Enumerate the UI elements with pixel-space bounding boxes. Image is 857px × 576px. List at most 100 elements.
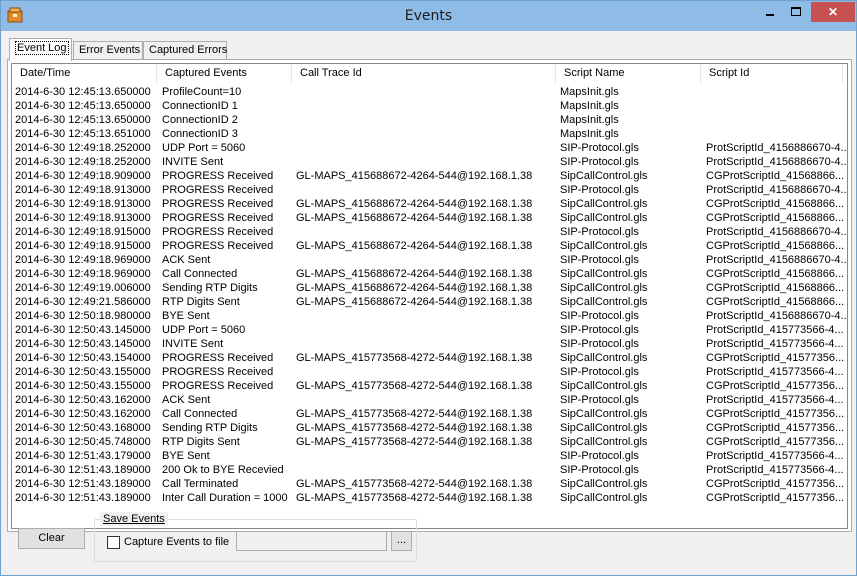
table-row[interactable]: 2014-6-30 12:50:18.980000 BYE Sent SIP-Pro… (12, 309, 847, 323)
minimize-icon (766, 14, 774, 16)
save-events-label: Save Events (100, 512, 168, 526)
column-header-script-name[interactable]: Script Name (556, 64, 701, 84)
cell-captured-event: RTP Digits Sent (162, 436, 240, 448)
table-row[interactable]: 2014-6-30 12:49:18.969000 Call Connected G… (12, 267, 847, 281)
cell-captured-event: ACK Sent (162, 394, 211, 406)
table-row[interactable]: 2014-6-30 12:51:43.189000 Inter Call Dura… (12, 491, 847, 505)
cell-datetime: 2014-6-30 12:49:18.913000 (15, 212, 151, 224)
events-list[interactable]: Date/Time Captured Events Call Trace Id … (11, 63, 848, 529)
footer-area: Clear Save Events Capture Events to file… (4, 506, 853, 572)
table-row[interactable]: 2014-6-30 12:49:18.252000 INVITE Sent SIP-… (12, 155, 847, 169)
cell-datetime: 2014-6-30 12:50:43.168000 (15, 422, 151, 434)
cell-captured-event: INVITE Sent (162, 156, 224, 168)
client-area: Event Log Error Events Captured Errors D… (4, 31, 853, 572)
column-header-datetime[interactable]: Date/Time (12, 64, 157, 84)
column-header-captured-events[interactable]: Captured Events (157, 64, 292, 84)
cell-call-trace-id: GL-MAPS_415688672-4264-544@192.168.1.38 (296, 170, 533, 182)
cell-script-id: ProtScriptId_4156886670-4... (706, 142, 846, 154)
cell-datetime: 2014-6-30 12:51:43.179000 (15, 450, 151, 462)
cell-captured-event: PROGRESS Received (162, 352, 274, 364)
cell-call-trace-id (296, 155, 556, 169)
cell-datetime: 2014-6-30 12:49:18.969000 (15, 268, 151, 280)
cell-call-trace-id (296, 323, 556, 337)
table-row[interactable]: 2014-6-30 12:50:43.155000 PROGRESS Receiv… (12, 365, 847, 379)
table-row[interactable]: 2014-6-30 12:49:18.915000 PROGRESS Receiv… (12, 239, 847, 253)
cell-datetime: 2014-6-30 12:49:18.915000 (15, 240, 151, 252)
table-row[interactable]: 2014-6-30 12:51:43.189000 Call Terminated… (12, 477, 847, 491)
table-row[interactable]: 2014-6-30 12:50:43.154000 PROGRESS Receiv… (12, 351, 847, 365)
cell-script-id: CGProtScriptId_41577356... (706, 408, 845, 420)
capture-events-label[interactable]: Capture Events to file (124, 535, 229, 550)
table-row[interactable]: 2014-6-30 12:50:43.162000 Call Connected G… (12, 407, 847, 421)
cell-script-id: ProtScriptId_415773566-4... (706, 394, 844, 406)
title-bar[interactable]: Events ✕ (1, 1, 856, 31)
table-row[interactable]: 2014-6-30 12:45:13.650000 ProfileCount=10… (12, 85, 847, 99)
cell-datetime: 2014-6-30 12:51:43.189000 (15, 492, 151, 504)
cell-script-name: SIP-Protocol.gls (560, 226, 639, 238)
cell-datetime: 2014-6-30 12:49:18.252000 (15, 156, 151, 168)
table-row[interactable]: 2014-6-30 12:50:43.168000 Sending RTP Dig… (12, 421, 847, 435)
cell-script-name: SIP-Protocol.gls (560, 394, 639, 406)
maximize-button[interactable] (783, 2, 809, 22)
table-row[interactable]: 2014-6-30 12:50:43.145000 UDP Port = 5060… (12, 323, 847, 337)
browse-button[interactable]: ... (391, 531, 412, 551)
table-row[interactable]: 2014-6-30 12:50:43.155000 PROGRESS Receiv… (12, 379, 847, 393)
window-title: Events (404, 8, 453, 24)
table-row[interactable]: 2014-6-30 12:49:21.586000 RTP Digits Sent… (12, 295, 847, 309)
table-row[interactable]: 2014-6-30 12:50:43.162000 ACK Sent SIP-Pro… (12, 393, 847, 407)
column-header-call-trace-id[interactable]: Call Trace Id (292, 64, 556, 84)
minimize-button[interactable] (757, 2, 783, 22)
table-row[interactable]: 2014-6-30 12:49:18.969000 ACK Sent SIP-Pro… (12, 253, 847, 267)
cell-script-name: SipCallControl.gls (560, 478, 648, 490)
table-row[interactable]: 2014-6-30 12:50:43.145000 INVITE Sent SIP-… (12, 337, 847, 351)
cell-call-trace-id: GL-MAPS_415773568-4272-544@192.168.1.38 (296, 408, 533, 420)
table-row[interactable]: 2014-6-30 12:49:18.913000 PROGRESS Receiv… (12, 211, 847, 225)
table-row[interactable]: 2014-6-30 12:45:13.651000 ConnectionID 3 M… (12, 127, 847, 141)
table-row[interactable]: 2014-6-30 12:49:18.252000 UDP Port = 5060… (12, 141, 847, 155)
cell-captured-event: ConnectionID 3 (162, 128, 238, 140)
cell-script-name: SipCallControl.gls (560, 296, 648, 308)
file-path-input[interactable] (236, 531, 387, 551)
table-row[interactable]: 2014-6-30 12:45:13.650000 ConnectionID 1 M… (12, 99, 847, 113)
cell-call-trace-id (296, 113, 556, 127)
cell-captured-event: Call Terminated (162, 478, 239, 490)
cell-script-id: ProtScriptId_415773566-4... (706, 450, 844, 462)
cell-call-trace-id: GL-MAPS_415688672-4264-544@192.168.1.38 (296, 296, 533, 308)
cell-captured-event: ProfileCount=10 (162, 86, 242, 98)
table-row[interactable]: 2014-6-30 12:45:13.650000 ConnectionID 2 M… (12, 113, 847, 127)
cell-call-trace-id (296, 393, 556, 407)
cell-captured-event: PROGRESS Received (162, 366, 274, 378)
table-row[interactable]: 2014-6-30 12:49:18.913000 PROGRESS Receiv… (12, 183, 847, 197)
cell-datetime: 2014-6-30 12:50:43.145000 (15, 324, 151, 336)
cell-call-trace-id (296, 141, 556, 155)
cell-call-trace-id (296, 337, 556, 351)
column-header-script-id[interactable]: Script Id (701, 64, 843, 84)
cell-datetime: 2014-6-30 12:51:43.189000 (15, 478, 151, 490)
cell-datetime: 2014-6-30 12:50:43.155000 (15, 380, 151, 392)
cell-call-trace-id: GL-MAPS_415773568-4272-544@192.168.1.38 (296, 478, 533, 490)
table-row[interactable]: 2014-6-30 12:51:43.189000 200 Ok to BYE R… (12, 463, 847, 477)
table-row[interactable]: 2014-6-30 12:50:45.748000 RTP Digits Sent… (12, 435, 847, 449)
tab-captured-errors[interactable]: Captured Errors (143, 41, 227, 60)
table-row[interactable]: 2014-6-30 12:49:19.006000 Sending RTP Dig… (12, 281, 847, 295)
table-row[interactable]: 2014-6-30 12:49:18.909000 PROGRESS Receiv… (12, 169, 847, 183)
clear-button[interactable]: Clear (18, 528, 85, 549)
cell-script-name: SIP-Protocol.gls (560, 338, 639, 350)
cell-script-id: CGProtScriptId_41568866... (706, 282, 845, 294)
table-row[interactable]: 2014-6-30 12:49:18.913000 PROGRESS Receiv… (12, 197, 847, 211)
table-row[interactable]: 2014-6-30 12:51:43.179000 BYE Sent SIP-Pro… (12, 449, 847, 463)
cell-script-id: CGProtScriptId_41577356... (706, 492, 845, 504)
cell-script-name: SipCallControl.gls (560, 268, 648, 280)
capture-events-checkbox[interactable] (107, 536, 120, 549)
close-button[interactable]: ✕ (811, 2, 855, 22)
cell-call-trace-id: GL-MAPS_415688672-4264-544@192.168.1.38 (296, 212, 533, 224)
tab-error-events[interactable]: Error Events (73, 41, 143, 60)
cell-script-id: ProtScriptId_415773566-4... (706, 338, 844, 350)
cell-script-name: SIP-Protocol.gls (560, 464, 639, 476)
cell-script-name: SipCallControl.gls (560, 240, 648, 252)
cell-captured-event: PROGRESS Received (162, 240, 274, 252)
cell-datetime: 2014-6-30 12:49:19.006000 (15, 282, 151, 294)
cell-captured-event: Sending RTP Digits (162, 422, 258, 434)
tab-event-log[interactable]: Event Log (9, 38, 72, 61)
table-row[interactable]: 2014-6-30 12:49:18.915000 PROGRESS Receiv… (12, 225, 847, 239)
